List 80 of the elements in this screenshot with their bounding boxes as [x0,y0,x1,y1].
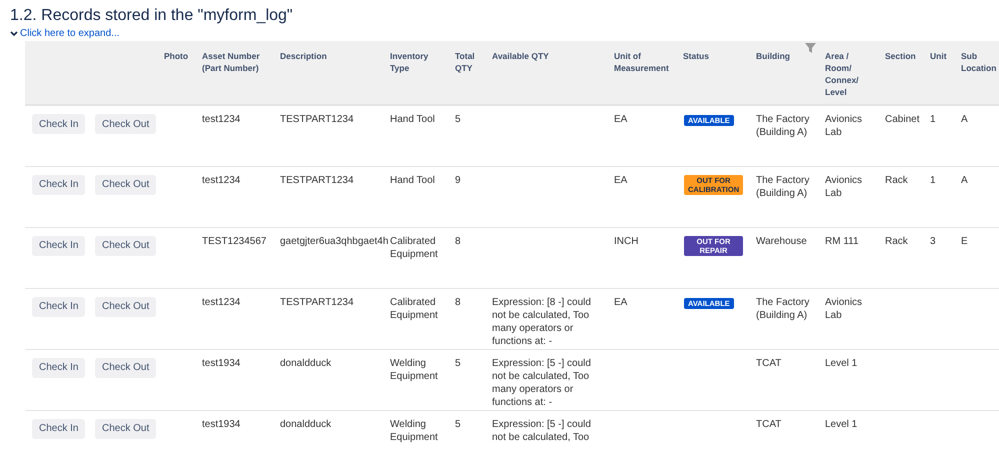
table-cell: test1234 [202,114,240,125]
column-header[interactable]: Section [885,50,918,62]
table-cell: RM 111 [825,236,859,246]
table-cell: A [961,174,968,186]
table-cell: test1934 [202,418,240,430]
table-cell: 5 [455,358,461,368]
column-header[interactable]: Area / Room/ Connex/ Level [825,50,873,98]
check-in-button[interactable]: Check In [32,296,86,316]
table-cell: Hand Tool [390,174,435,186]
table-cell: The Factory (Building A) [756,296,810,320]
table-cell: Level 1 [825,358,858,368]
table-cell: Welding Equipment [390,418,438,442]
table-cell: 1 [930,174,936,186]
table-cell: Expression: [5 -] could not be calculated, Too [492,418,591,442]
table-cell: Avionics Lab [825,296,862,320]
table-cell: donaldduck [280,358,332,368]
table-cell: Rack [885,236,908,246]
check-out-button[interactable]: Check Out [95,114,156,134]
column-header[interactable]: Building [756,50,813,62]
table-cell: 5 [455,114,461,125]
table-cell: TESTPART1234 [280,114,354,125]
check-in-button[interactable]: Check In [32,418,86,438]
table-cell: test1934 [202,358,240,368]
column-header[interactable]: Photo [164,50,190,62]
column-header[interactable]: Total QTY [455,50,480,74]
section-heading: 1.2. Records stored in the "myform_log" [10,6,294,26]
column-header[interactable]: Status [683,50,744,62]
table-cell: EA [614,114,628,125]
table-cell: The Factory (Building A) [756,114,810,138]
table-cell: Welding Equipment [390,358,438,382]
table-cell: 9 [455,174,461,186]
column-header[interactable]: Asset Number (Part Number) [202,50,268,74]
table-cell: 3 [930,236,936,246]
check-in-button[interactable]: Check In [32,358,86,378]
table-cell: TCAT [756,418,782,430]
chevron-down-icon [10,30,18,36]
check-in-button[interactable]: Check In [32,114,86,134]
table-cell: INCH [614,236,638,246]
table-cell: TESTPART1234 [280,174,354,186]
check-out-button[interactable]: Check Out [95,174,156,194]
check-in-button[interactable]: Check In [32,236,86,256]
table-cell: EA [614,296,628,308]
table-cell: TEST1234567 [202,236,266,246]
table-cell: Expression: [8 -] could not be calculated, Too many operators or functions at: - [492,296,591,346]
table-cell: Avionics Lab [825,174,862,198]
table-cell: A [961,114,968,125]
check-out-button[interactable]: Check Out [95,236,156,256]
table-cell: 1 [930,114,936,125]
table-cell: EA [614,174,628,186]
table-cell: Cabinet [885,114,920,125]
check-out-button[interactable]: Check Out [95,296,156,316]
table-cell: The Factory (Building A) [756,174,810,198]
table-cell: Level 1 [825,418,858,430]
table-cell: Expression: [5 -] could not be calculated, Too many operators or functions at: - [492,358,591,408]
filter-icon[interactable] [805,43,816,53]
table-cell: 5 [455,418,461,430]
column-header[interactable]: Inventory Type [390,50,443,74]
table-cell: Calibrated Equipment [390,296,438,320]
table-cell: Rack [885,174,908,186]
column-header[interactable]: Description [280,50,378,62]
table-cell: Hand Tool [390,114,435,125]
table-cell: TESTPART1234 [280,296,354,308]
check-out-button[interactable]: Check Out [95,418,156,438]
column-header[interactable]: Unit [930,50,949,62]
table-cell: E [961,236,968,246]
table-cell: donaldduck [280,418,332,430]
table-cell: 8 [455,296,461,308]
table-cell: Calibrated Equipment [390,236,438,260]
column-header[interactable]: Available QTY [492,50,602,62]
table-cell: test1234 [202,296,240,308]
expand-link[interactable]: Click here to expand... [20,26,120,41]
table-cell: gaetgjter6ua3qhbgaet4h [280,236,388,246]
table-cell: Warehouse [756,236,807,246]
table-cell: Avionics Lab [825,114,862,138]
column-header[interactable]: Unit of Measurement [614,50,671,74]
table-cell: test1234 [202,174,240,186]
check-in-button[interactable]: Check In [32,174,86,194]
check-out-button[interactable]: Check Out [95,358,156,378]
table-cell: 8 [455,236,461,246]
table-cell: TCAT [756,358,782,368]
